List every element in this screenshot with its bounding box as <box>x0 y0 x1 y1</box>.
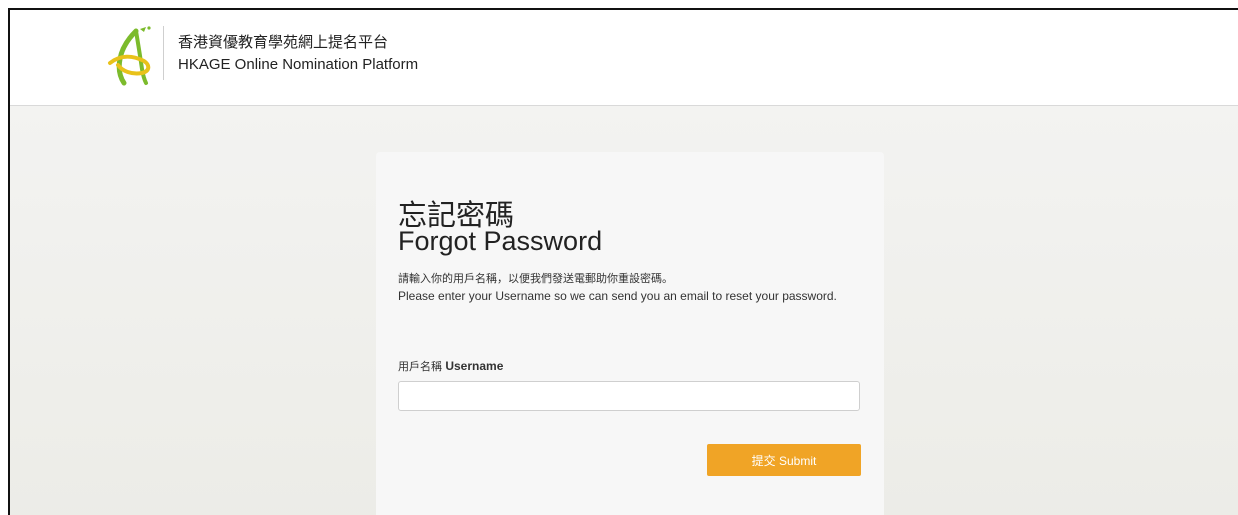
username-input[interactable] <box>398 381 860 411</box>
browser-viewport: 香港資優教育學苑網上提名平台 HKAGE Online Nomination P… <box>8 8 1238 515</box>
header-divider <box>163 26 164 80</box>
instructions-chinese: 請輸入你的用戶名稱，以便我們發送電郵助你重設密碼。 <box>398 272 673 285</box>
username-label: 用戶名稱 Username <box>398 358 503 374</box>
brand-title-chinese: 香港資優教育學苑網上提名平台 <box>178 33 389 51</box>
main-content: 忘記密碼 Forgot Password 請輸入你的用戶名稱，以便我們發送電郵助… <box>10 106 1238 515</box>
hkage-logo-icon[interactable] <box>106 25 154 87</box>
instructions-english: Please enter your Username so we can sen… <box>398 289 837 303</box>
username-label-chinese: 用戶名稱 <box>398 360 442 373</box>
submit-button[interactable]: 提交 Submit <box>707 444 861 476</box>
site-header: 香港資優教育學苑網上提名平台 HKAGE Online Nomination P… <box>10 10 1238 106</box>
page-title-english: Forgot Password <box>398 226 603 256</box>
forgot-password-card: 忘記密碼 Forgot Password 請輸入你的用戶名稱，以便我們發送電郵助… <box>376 152 884 515</box>
username-label-english: Username <box>445 359 504 373</box>
brand-title-english: HKAGE Online Nomination Platform <box>178 56 419 73</box>
